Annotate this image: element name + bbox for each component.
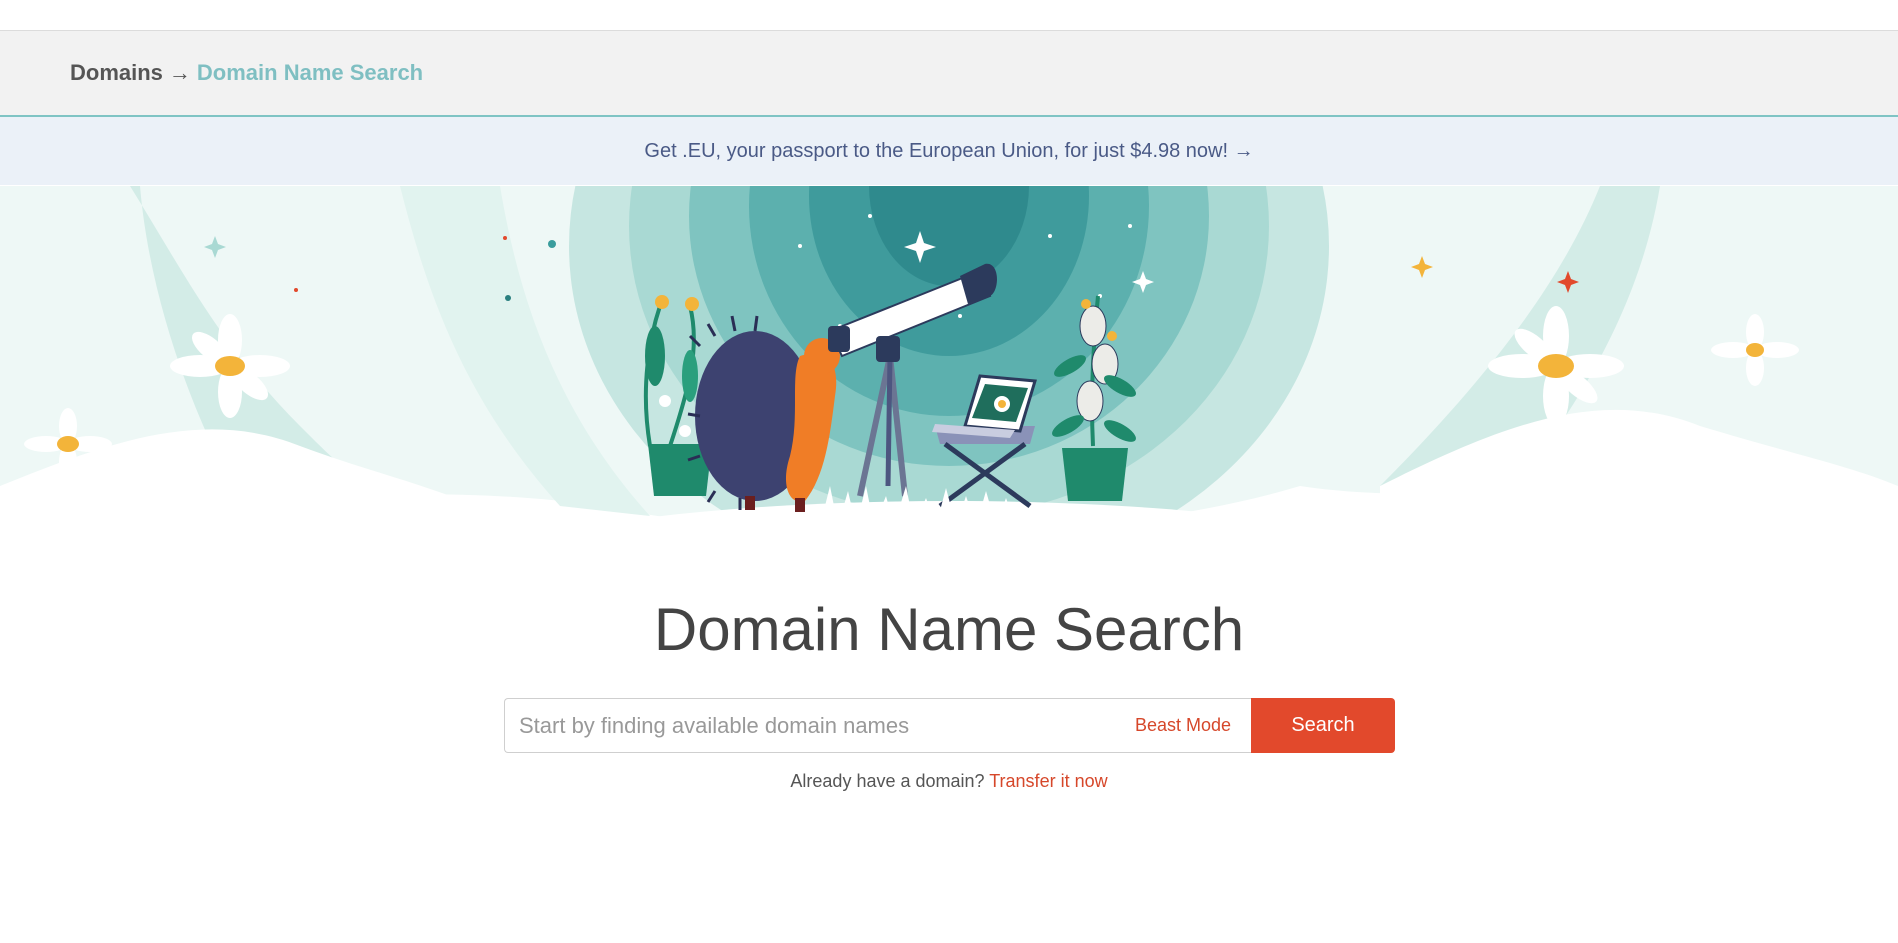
page-title: Domain Name Search (653, 596, 1245, 663)
transfer-link[interactable]: Transfer it now (989, 771, 1107, 791)
search-button[interactable]: Search (1251, 698, 1395, 753)
search-box: Beast Mode (504, 698, 1251, 753)
breadcrumb: Domains → Domain Name Search (0, 31, 1898, 117)
promo-link[interactable]: Get .EU, your passport to the European U… (644, 140, 1253, 163)
hero-illustration (0, 186, 1898, 546)
hedgehog-telescope-illustration (0, 186, 1898, 546)
promo-banner: Get .EU, your passport to the European U… (0, 117, 1898, 185)
breadcrumb-domains-link[interactable]: Domains (70, 60, 163, 86)
beast-mode-link[interactable]: Beast Mode (1135, 715, 1231, 736)
top-strip (0, 0, 1898, 31)
breadcrumb-current: Domain Name Search (196, 60, 424, 85)
transfer-prompt: Already have a domain? Transfer it now (0, 771, 1898, 792)
transfer-prompt-text: Already have a domain? (790, 771, 985, 791)
breadcrumb-arrow-icon: → (168, 60, 191, 85)
domain-search-form: Beast Mode Search (504, 698, 1395, 753)
domain-search-input[interactable] (517, 711, 1135, 740)
